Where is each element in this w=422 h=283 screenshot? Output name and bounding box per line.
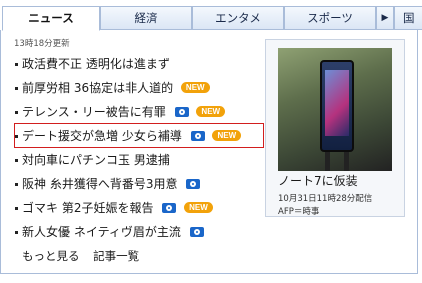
news-title[interactable]: テレンス・リー被告に有罪 <box>22 105 166 119</box>
camera-icon <box>189 226 204 237</box>
tab-entertainment[interactable]: エンタメ <box>192 6 284 30</box>
phone-costume-figure <box>320 60 354 152</box>
figure-legs <box>325 152 349 171</box>
photo-meta: 10月31日11時28分配信 AFP＝時事 <box>278 193 372 219</box>
category-tabbar: ニュース 経済 エンタメ スポーツ ▶ 国 <box>0 6 422 31</box>
news-item[interactable]: 新人女優 ネイティヴ眉が主流 <box>14 220 264 244</box>
update-time: 13時18分更新 <box>14 39 70 49</box>
news-item[interactable]: デート援交が急増 少女ら補導 NEW <box>14 124 264 148</box>
new-badge: NEW <box>180 82 210 93</box>
bullet-icon <box>15 159 18 162</box>
new-badge: NEW <box>196 106 226 117</box>
news-item[interactable]: テレンス・リー被告に有罪 NEW <box>14 100 264 124</box>
news-list: 政活費不正 透明化は進まず 前厚労相 36協定は非人道的 NEW テレンス・リー… <box>14 52 264 244</box>
camera-icon <box>162 202 177 213</box>
tab-domestic[interactable]: 国 <box>394 6 422 30</box>
news-photo[interactable] <box>278 48 392 171</box>
news-title[interactable]: 対向車にパチンコ玉 男逮捕 <box>22 153 170 167</box>
news-item[interactable]: ゴマキ 第2子妊娠を報告 NEW <box>14 196 264 220</box>
more-link[interactable]: もっと見る <box>22 249 80 263</box>
news-title[interactable]: 新人女優 ネイティヴ眉が主流 <box>22 225 181 239</box>
tab-news[interactable]: ニュース <box>2 6 100 31</box>
camera-icon <box>190 130 205 141</box>
bullet-icon <box>15 207 18 210</box>
camera-icon <box>174 106 189 117</box>
news-item[interactable]: 阪神 糸井獲得へ背番号3用意 <box>14 172 264 196</box>
new-badge: NEW <box>212 130 242 141</box>
bullet-icon <box>15 63 18 66</box>
tab-sports[interactable]: スポーツ <box>284 6 376 30</box>
bullet-icon <box>15 135 18 138</box>
new-badge: NEW <box>184 202 213 213</box>
bullet-icon <box>15 87 18 90</box>
photo-caption[interactable]: ノート7に仮装 <box>278 172 358 189</box>
triangle-right-icon: ▶ <box>381 13 389 23</box>
news-item[interactable]: 政活費不正 透明化は進まず <box>14 52 264 76</box>
bottom-links: もっと見る 記事一覧 <box>22 248 149 264</box>
bullet-icon <box>15 183 18 186</box>
news-title[interactable]: ゴマキ 第2子妊娠を報告 <box>22 201 153 215</box>
news-item[interactable]: 対向車にパチンコ玉 男逮捕 <box>14 148 264 172</box>
photo-date: 10月31日11時28分配信 <box>278 194 373 204</box>
article-list-link[interactable]: 記事一覧 <box>93 249 139 263</box>
tab-scroll-button[interactable]: ▶ <box>376 6 394 30</box>
news-title[interactable]: デート援交が急増 少女ら補導 <box>22 129 182 143</box>
bullet-icon <box>15 111 18 114</box>
photo-source: AFP＝時事 <box>278 207 320 217</box>
news-item[interactable]: 前厚労相 36協定は非人道的 NEW <box>14 76 264 100</box>
news-title[interactable]: 前厚労相 36協定は非人道的 <box>22 81 173 95</box>
bullet-icon <box>15 231 18 234</box>
photo-card[interactable] <box>265 39 405 217</box>
news-title[interactable]: 阪神 糸井獲得へ背番号3用意 <box>22 177 177 191</box>
camera-icon <box>186 178 201 189</box>
tab-economy[interactable]: 経済 <box>100 6 192 30</box>
news-title[interactable]: 政活費不正 透明化は進まず <box>22 57 170 71</box>
